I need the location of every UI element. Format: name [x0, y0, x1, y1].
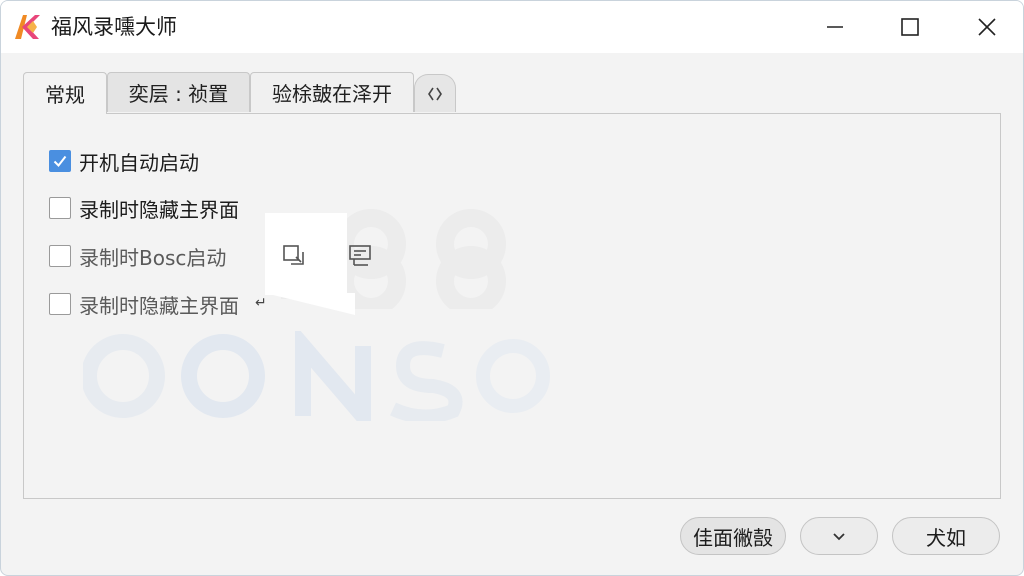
watermark-graphic-lower — [81, 324, 563, 444]
option-hide-main-on-record-2[interactable]: 录制时隐藏主界面 — [49, 290, 239, 318]
tab-label: 常规 — [45, 83, 85, 107]
option-bosc-start[interactable]: 录制时Bosc启动 — [49, 242, 226, 270]
edit-note-icon[interactable] — [347, 242, 373, 268]
tooltip-tail — [265, 293, 355, 315]
reset-defaults-button[interactable]: 佳面徶嗀 — [680, 517, 786, 555]
tab-advanced[interactable]: 验梌皷在泽开 — [250, 72, 414, 112]
settings-window: 福风录嚑大师 常规 奕层 : 祯置 验梌皷在泽开 开机自动启动 录制时隐藏主界面… — [0, 0, 1024, 576]
chevron-down-icon — [833, 533, 845, 541]
hide-main-checkbox[interactable] — [49, 197, 71, 219]
maximize-button[interactable] — [887, 7, 933, 47]
app-logo-icon — [15, 15, 40, 39]
option-hide-main-on-record[interactable]: 录制时隐藏主界面 — [49, 194, 239, 222]
reset-label: 佳面徶嗀 — [693, 525, 773, 550]
tab-label: 奕层 : 祯置 — [128, 82, 229, 106]
option-label: 录制时Bosc启动 — [79, 245, 227, 270]
bosc-start-checkbox[interactable] — [49, 245, 71, 267]
tab-layer-settings[interactable]: 奕层 : 祯置 — [107, 72, 250, 112]
confirm-button[interactable]: 犬如 — [892, 517, 1000, 555]
confirm-label: 犬如 — [926, 525, 966, 550]
option-label: 录制时隐藏主界面 — [79, 293, 239, 318]
copy-window-icon[interactable] — [281, 242, 307, 268]
hide-main-checkbox-2[interactable] — [49, 293, 71, 315]
cursor-mark: ↵ — [255, 295, 267, 311]
dropdown-button[interactable] — [800, 517, 878, 555]
tab-general[interactable]: 常规 — [23, 72, 107, 114]
minimize-icon — [827, 26, 843, 28]
close-icon — [978, 18, 996, 36]
maximize-icon — [901, 18, 919, 36]
close-button[interactable] — [964, 7, 1010, 47]
option-auto-start[interactable]: 开机自动启动 — [49, 147, 199, 175]
checkmark-icon — [53, 155, 67, 168]
tab-scroll-button[interactable] — [414, 74, 456, 112]
minimize-button[interactable] — [812, 7, 858, 47]
option-label: 录制时隐藏主界面 — [79, 197, 239, 222]
auto-start-checkbox[interactable] — [49, 150, 71, 172]
option-label: 开机自动启动 — [79, 150, 199, 175]
window-title: 福风录嚑大师 — [51, 15, 177, 39]
chevron-left-right-icon — [428, 87, 442, 100]
tab-label: 验梌皷在泽开 — [272, 82, 392, 106]
title-bar[interactable]: 福风录嚑大师 — [1, 1, 1023, 53]
